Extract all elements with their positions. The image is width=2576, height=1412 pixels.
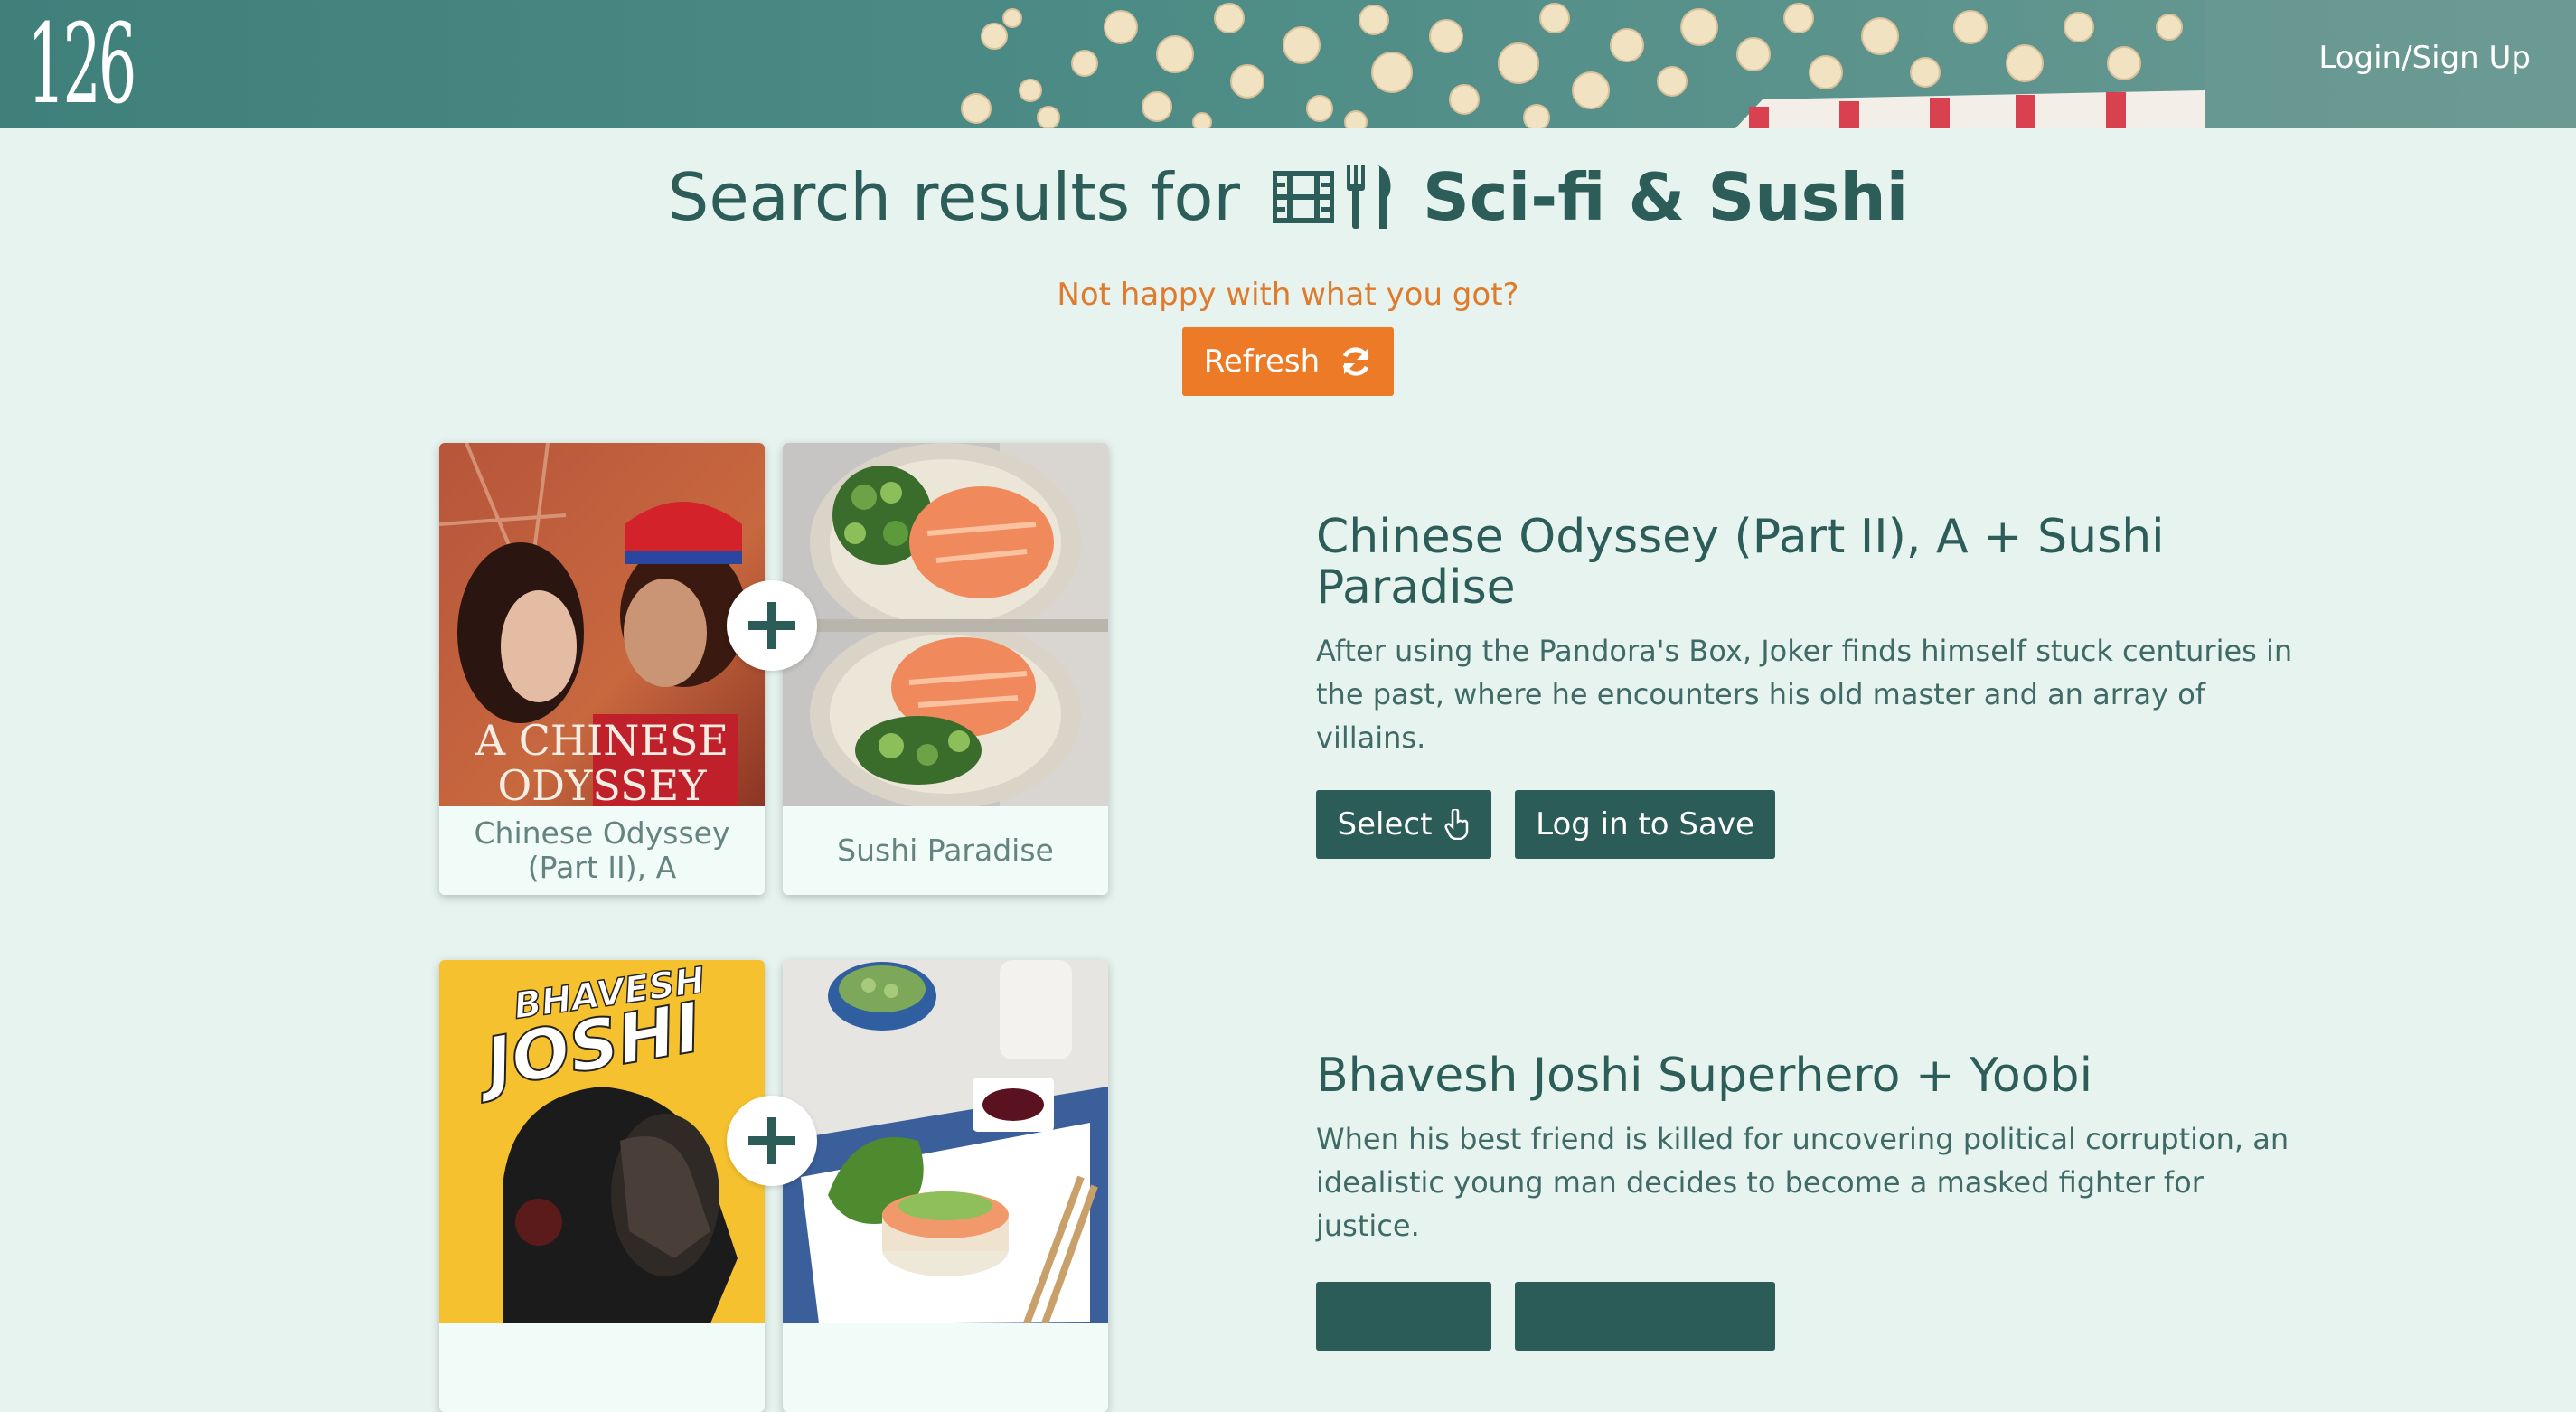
result-description: After using the Pandora's Box, Joker fin… (1316, 634, 2293, 755)
result-description: When his best friend is killed for uncov… (1316, 1122, 2289, 1243)
select-button-label: Select (1337, 806, 1433, 842)
poster-title-line2: ODYSSEY (497, 761, 707, 806)
poster-title-line1: A CHINESE (475, 716, 729, 765)
food-card[interactable] (783, 960, 1108, 1412)
film-icon (1273, 171, 1335, 223)
search-results-heading: Search results for Sci-fi & Sushi (0, 152, 2576, 242)
result-info: Bhavesh Joshi Superhero + Yoobi When his… (1316, 1050, 2310, 1247)
food-image (783, 960, 1108, 1323)
plus-icon (727, 1096, 817, 1186)
food-caption: Sushi Paradise (837, 833, 1054, 868)
movie-card[interactable]: BHAVESH JOSHI (439, 960, 765, 1412)
select-button[interactable] (1316, 1282, 1491, 1351)
utensils-icon (1347, 165, 1391, 229)
login-to-save-button[interactable]: Log in to Save (1515, 790, 1775, 859)
result-title: Chinese Odyssey (Part II), A + Sushi Par… (1316, 510, 2165, 615)
category-icons (1273, 165, 1396, 229)
movie-poster-image: BHAVESH JOSHI (439, 960, 765, 1323)
login-signup-link[interactable]: Login/Sign Up (2318, 40, 2531, 76)
movie-poster-image: A CHINESE ODYSSEY (439, 443, 765, 806)
plus-icon (727, 580, 817, 671)
select-button[interactable]: Select (1316, 790, 1491, 859)
result-title: Bhavesh Joshi Superhero + Yoobi (1316, 1049, 2093, 1103)
refresh-icon (1342, 347, 1369, 376)
pairing-cards: A CHINESE ODYSSEY Chinese Odyssey (Part … (439, 443, 1108, 895)
refresh-button[interactable]: Refresh (1182, 327, 1394, 396)
popcorn-banner-image (0, 0, 2576, 128)
hand-pointer-icon (1444, 809, 1469, 840)
movie-card[interactable]: A CHINESE ODYSSEY Chinese Odyssey (Part … (439, 443, 765, 895)
pairing-cards: BHAVESH JOSHI (439, 960, 1108, 1412)
search-title-prefix: Search results for (667, 159, 1241, 235)
result-info: Chinese Odyssey (Part II), A + Sushi Par… (1316, 512, 2310, 759)
login-to-save-button[interactable] (1515, 1282, 1775, 1351)
movie-caption: Chinese Odyssey (Part II), A (474, 815, 730, 885)
site-header: 126 Login/Sign Up (0, 0, 2576, 128)
food-image (783, 443, 1108, 806)
refresh-prompt: Not happy with what you got? (1057, 277, 1519, 313)
site-logo[interactable]: 126 (27, 9, 136, 119)
refresh-button-label: Refresh (1203, 344, 1321, 380)
food-card[interactable]: Sushi Paradise (783, 443, 1108, 895)
search-term: Sci-fi & Sushi (1423, 159, 1909, 235)
